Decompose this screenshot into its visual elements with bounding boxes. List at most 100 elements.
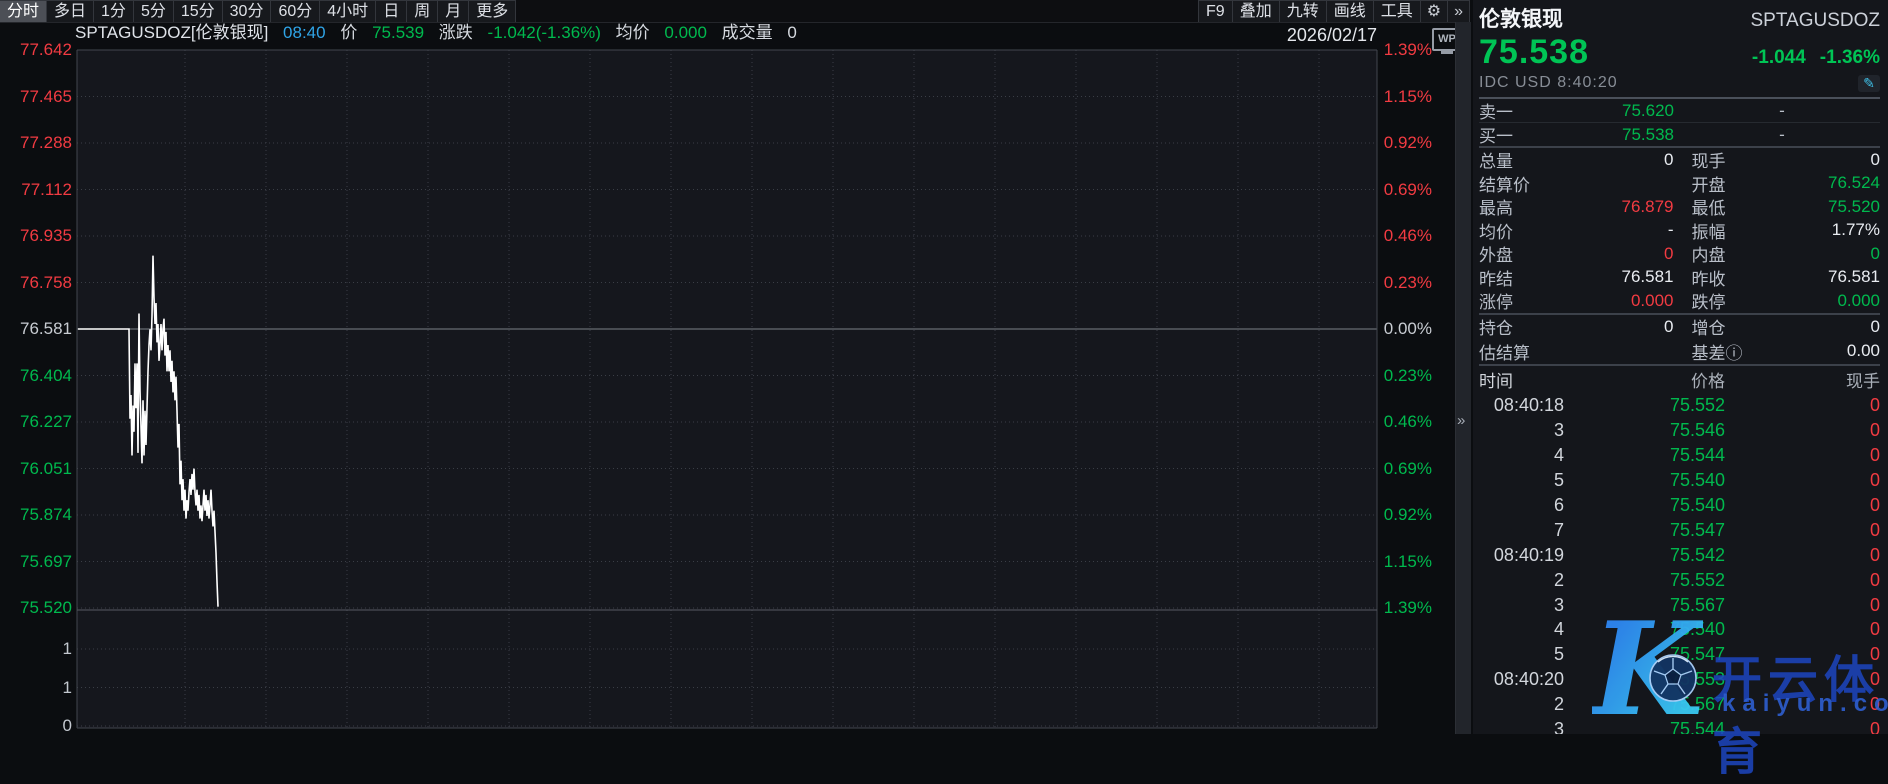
stat-label: 昨结 — [1479, 265, 1571, 290]
tick-time: 2 — [1479, 570, 1564, 591]
exchange-currency-time: IDC USD 8:40:20 — [1479, 74, 1618, 92]
tick-table: 08:40:1875.5520375.5460475.5440575.54006… — [1479, 394, 1880, 735]
stat-row: 外盘0内盘0 — [1479, 242, 1880, 266]
tick-lot: 0 — [1725, 445, 1880, 466]
quote-panel: 伦敦银现 SPTAGUSDOZ 75.538 -1.044-1.36% IDC … — [1473, 0, 1888, 734]
tick-row: 475.5400 — [1479, 618, 1880, 643]
tick-price: 75.540 — [1564, 495, 1725, 516]
percent-axis-label: 0.46% — [1383, 227, 1432, 245]
stat-label: 涨停 — [1479, 288, 1571, 313]
tick-lot: 0 — [1725, 545, 1880, 566]
price-axis-label: 75.697 — [0, 553, 72, 571]
stat-label: 总量 — [1479, 147, 1571, 172]
edit-pencil-icon[interactable]: ✎ — [1858, 75, 1880, 92]
tick-row: 375.5460 — [1479, 418, 1880, 443]
tick-time: 7 — [1479, 520, 1564, 541]
tick-row: 375.5670 — [1479, 593, 1880, 618]
stat-value: - — [1571, 220, 1674, 240]
stat-row: 总量0现手0 — [1479, 148, 1880, 172]
tick-lot: 0 — [1725, 420, 1880, 441]
stat-label: 现手 — [1692, 147, 1778, 172]
tick-price: 75.547 — [1564, 520, 1725, 541]
stat-label: 最低 — [1692, 194, 1778, 219]
tick-lot: 0 — [1725, 694, 1880, 715]
ask-row: 卖一 75.620 - — [1479, 99, 1880, 122]
tick-table-header: 时间价格现手 — [1479, 366, 1880, 394]
tick-lot: 0 — [1725, 619, 1880, 640]
tick-price: 75.544 — [1564, 445, 1725, 466]
tick-time: 5 — [1479, 644, 1564, 665]
collapse-panel-icon[interactable]: » — [1457, 412, 1465, 429]
tick-time: 6 — [1479, 495, 1564, 516]
ask-size: - — [1772, 101, 1792, 121]
tick-row: 375.5440 — [1479, 717, 1880, 734]
stat-row: 持仓0增仓0 — [1479, 315, 1880, 340]
stat-value: 0 — [1571, 244, 1674, 264]
tick-row: 575.5470 — [1479, 642, 1880, 667]
stat-label: 结算价 — [1479, 171, 1571, 196]
stat-row: 最高76.879最低75.520 — [1479, 195, 1880, 219]
bid-label: 买一 — [1479, 122, 1569, 147]
price-axis-label: 76.051 — [0, 460, 72, 478]
stat-row: 涨停0.000跌停0.000 — [1479, 289, 1880, 313]
stat-value: 76.879 — [1571, 197, 1674, 217]
instrument-name: 伦敦银现 — [1479, 3, 1563, 33]
stat-value: 0.00 — [1778, 341, 1881, 361]
percent-axis-label: 1.15% — [1383, 553, 1432, 571]
volume-axis-label: 0 — [0, 717, 72, 735]
change-value: -1.044 — [1752, 47, 1806, 68]
tick-price: 75.552 — [1564, 570, 1725, 591]
tick-row: 275.5520 — [1479, 568, 1880, 593]
tick-row: 675.5400 — [1479, 493, 1880, 518]
tick-lot: 0 — [1725, 669, 1880, 690]
tick-row: 275.5670 — [1479, 692, 1880, 717]
percent-axis-label: 1.15% — [1383, 88, 1432, 106]
tick-price: 75.544 — [1564, 719, 1725, 734]
stat-label: 外盘 — [1479, 241, 1571, 266]
tick-row: 08:40:2075.5530 — [1479, 667, 1880, 692]
price-axis-label: 75.874 — [0, 506, 72, 524]
bid-price: 75.538 — [1569, 125, 1674, 145]
stat-value: 0 — [1778, 244, 1881, 264]
tick-lot: 0 — [1725, 644, 1880, 665]
tick-row: 775.5470 — [1479, 518, 1880, 543]
stat-value: 0 — [1571, 317, 1674, 337]
position-block: 持仓0增仓0估结算基差ⓘ0.00 — [1479, 315, 1880, 364]
instrument-code: SPTAGUSDOZ — [1751, 10, 1881, 32]
tick-lot: 0 — [1725, 595, 1880, 616]
tick-price: 75.567 — [1564, 595, 1725, 616]
panel-splitter[interactable]: » — [1455, 22, 1471, 734]
tick-price: 75.567 — [1564, 694, 1725, 715]
tick-header-price: 价格 — [1564, 367, 1725, 392]
tick-price: 75.540 — [1564, 619, 1725, 640]
tick-time: 4 — [1479, 445, 1564, 466]
price-axis-label: 77.288 — [0, 134, 72, 152]
tick-lot: 0 — [1725, 395, 1880, 416]
stat-row: 均价-振幅1.77% — [1479, 219, 1880, 243]
tick-row: 08:40:1875.5520 — [1479, 394, 1880, 419]
tick-row: 08:40:1975.5420 — [1479, 543, 1880, 568]
price-axis-label: 76.758 — [0, 274, 72, 292]
price-axis-label: 77.465 — [0, 88, 72, 106]
tick-time: 08:40:19 — [1479, 545, 1564, 566]
tick-time: 4 — [1479, 619, 1564, 640]
last-price: 75.538 — [1479, 33, 1589, 72]
stat-label: 昨收 — [1692, 265, 1778, 290]
stat-label: 内盘 — [1692, 241, 1778, 266]
tick-time: 5 — [1479, 470, 1564, 491]
tick-lot: 0 — [1725, 495, 1880, 516]
percent-axis-label: 0.46% — [1383, 413, 1432, 431]
price-axis-label: 76.581 — [0, 320, 72, 338]
percent-axis-label: 0.92% — [1383, 506, 1432, 524]
tick-time: 2 — [1479, 694, 1564, 715]
percent-axis-label: 0.92% — [1383, 134, 1432, 152]
stat-value: 0 — [1778, 317, 1881, 337]
tick-price: 75.542 — [1564, 545, 1725, 566]
stat-value: 0 — [1571, 150, 1674, 170]
stat-label: 估结算 — [1479, 339, 1571, 364]
volume-axis-label: 1 — [0, 679, 72, 697]
stats-block: 总量0现手0结算价开盘76.524最高76.879最低75.520均价-振幅1.… — [1479, 148, 1880, 313]
percent-axis-label: 1.39% — [1383, 41, 1432, 59]
percent-axis-label: 0.69% — [1383, 181, 1432, 199]
price-axis-label: 76.935 — [0, 227, 72, 245]
